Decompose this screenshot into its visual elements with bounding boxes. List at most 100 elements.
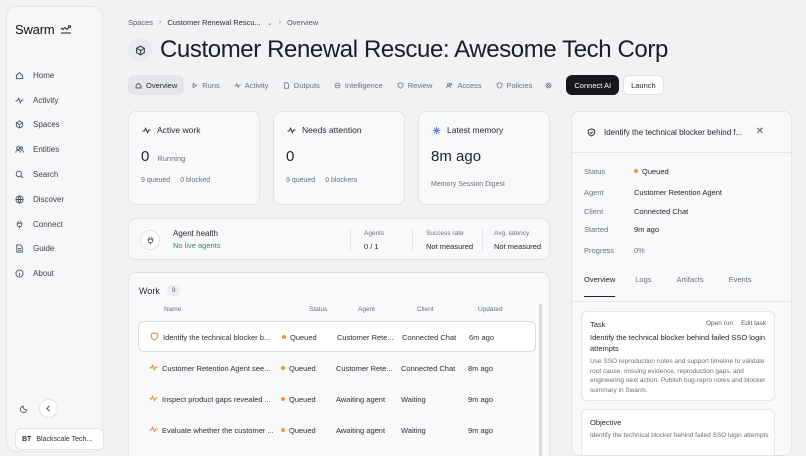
needs-attention-card[interactable]: Needs attention 0 9 queued 0 blockers xyxy=(273,111,405,205)
sidebar-item-label: Connect xyxy=(33,219,63,229)
work-header: Work 9 xyxy=(139,285,181,296)
latest-memory-sub: Memory Session Digest xyxy=(431,181,505,188)
task-description: Use SSO reproduction notes and support t… xyxy=(590,358,766,394)
row-updated: 9m ago xyxy=(468,395,494,404)
tab-policies[interactable]: Policies xyxy=(489,75,540,95)
breadcrumb-separator-icon: › xyxy=(159,19,162,26)
active-work-card[interactable]: Active work 0 Running 9 queued 0 blocked xyxy=(128,111,260,205)
edit-task-link[interactable]: Edit task xyxy=(741,320,766,327)
detail-tabs: Overview Logs Artifacts Events xyxy=(584,275,752,297)
progress-label: Progress xyxy=(584,246,615,255)
org-switcher[interactable]: BT Blackscale Tech... xyxy=(15,428,104,450)
col-header-status[interactable]: Status xyxy=(309,306,327,313)
sidebar-item-search[interactable]: Search xyxy=(15,162,99,187)
col-header-agent[interactable]: Agent xyxy=(358,306,375,313)
task-title: Identify the technical blocker behind fa… xyxy=(590,333,766,353)
sidebar-item-activity[interactable]: Activity xyxy=(15,88,99,113)
col-header-name[interactable]: Name xyxy=(164,306,181,313)
shield-icon xyxy=(587,128,596,137)
detail-tab-overview[interactable]: Overview xyxy=(584,275,616,297)
objective-label: Objective xyxy=(590,418,622,427)
latest-memory-footer: Memory Session Digest xyxy=(431,181,505,188)
theme-toggle-button[interactable] xyxy=(15,399,34,418)
row-name: Inspect product gaps revealed ... xyxy=(162,395,271,404)
row-status-label: Queued xyxy=(290,333,317,342)
row-status: Queued xyxy=(282,333,317,342)
row-status-label: Queued xyxy=(289,395,316,404)
task-actions: Open run Edit task xyxy=(706,320,766,327)
active-work-title: Active work xyxy=(157,125,201,135)
activity-icon xyxy=(234,82,241,88)
agent-value[interactable]: Customer Retention Agent xyxy=(634,188,722,197)
tab-intelligence[interactable]: Intelligence xyxy=(327,75,390,95)
col-header-client[interactable]: Client xyxy=(417,306,434,313)
close-icon[interactable]: ✕ xyxy=(756,126,764,137)
row-status-label: Queued xyxy=(289,364,316,373)
open-run-link[interactable]: Open run xyxy=(706,320,733,327)
objective-description: Identify the technical blocker behind fa… xyxy=(590,432,769,439)
detail-tab-logs[interactable]: Logs xyxy=(635,275,651,297)
chevron-down-icon[interactable]: ⌄ xyxy=(267,19,273,27)
table-row[interactable]: Customer Retention Agent see... Queued C… xyxy=(138,353,536,384)
sidebar-item-guide[interactable]: Guide xyxy=(15,237,99,262)
tab-review[interactable]: Review xyxy=(390,75,440,95)
sidebar: Swarm Home Activity Spaces Entities Sear… xyxy=(6,6,104,452)
activity-icon xyxy=(287,126,296,134)
latency-metric: Avg. latency Not measured xyxy=(494,230,541,251)
shield-check-icon xyxy=(397,81,404,89)
launch-button[interactable]: Launch xyxy=(623,75,664,95)
sidebar-item-label: Guide xyxy=(33,244,55,254)
divider xyxy=(572,301,791,302)
needs-attention-title: Needs attention xyxy=(302,125,362,135)
status-dot xyxy=(281,397,285,401)
row-client: Waiting xyxy=(401,426,426,435)
latest-memory-card[interactable]: Latest memory 8m ago Memory Session Dige… xyxy=(418,111,550,205)
tab-access[interactable]: Access xyxy=(439,75,488,95)
detail-tab-artifacts[interactable]: Artifacts xyxy=(677,275,704,297)
tab-settings[interactable] xyxy=(539,75,558,95)
tab-label: Policies xyxy=(506,80,533,90)
tab-label: Activity xyxy=(244,80,269,90)
col-header-updated[interactable]: Updated xyxy=(478,306,503,313)
task-card: Task Open run Edit task Identify the tec… xyxy=(581,311,775,401)
tab-label: Runs xyxy=(202,80,220,90)
active-work-header: Active work xyxy=(142,125,200,135)
work-count-badge: 9 xyxy=(166,285,181,296)
breadcrumb-spaces[interactable]: Spaces xyxy=(128,18,153,27)
row-updated: 6m ago xyxy=(469,333,495,342)
tab-label: Access xyxy=(457,80,482,90)
table-row[interactable]: Identify the technical blocker b... Queu… xyxy=(138,321,536,352)
connect-ai-button[interactable]: Connect AI xyxy=(566,75,620,95)
info-icon xyxy=(15,269,24,278)
sidebar-item-discover[interactable]: Discover xyxy=(15,187,99,212)
sidebar-item-home[interactable]: Home xyxy=(15,63,99,88)
agent-health-card: Agent health No live agents Agents 0 / 1… xyxy=(128,218,550,260)
sidebar-item-label: Discover xyxy=(33,194,65,204)
agent-health-status: No live agents xyxy=(173,241,221,250)
row-status: Queued xyxy=(281,426,316,435)
table-row[interactable]: Inspect product gaps revealed ... Queued… xyxy=(138,384,536,415)
search-icon xyxy=(15,170,24,179)
tab-overview[interactable]: Overview xyxy=(128,75,185,95)
title-row: Customer Renewal Rescue: Awesome Tech Co… xyxy=(128,36,668,64)
latest-memory-header: Latest memory xyxy=(432,125,503,135)
tab-outputs[interactable]: Outputs xyxy=(276,75,327,95)
table-scrollbar[interactable] xyxy=(539,304,542,456)
sidebar-item-label: Entities xyxy=(33,145,60,155)
globe-icon xyxy=(15,195,24,204)
tab-runs[interactable]: Runs xyxy=(184,75,227,95)
sidebar-item-connect[interactable]: Connect xyxy=(15,212,99,237)
tab-activity[interactable]: Activity xyxy=(227,75,276,95)
table-row[interactable]: Evaluate whether the customer ... Queued… xyxy=(138,415,536,446)
sidebar-item-spaces[interactable]: Spaces xyxy=(15,113,99,138)
detail-tab-events[interactable]: Events xyxy=(729,275,752,297)
sidebar-item-entities[interactable]: Entities xyxy=(15,137,99,162)
breadcrumb-space[interactable]: Customer Renewal Rescu... xyxy=(167,18,260,27)
sidebar-item-about[interactable]: About xyxy=(15,261,99,286)
brand[interactable]: Swarm xyxy=(15,22,72,37)
collapse-sidebar-button[interactable] xyxy=(39,399,58,418)
sidebar-item-label: Activity xyxy=(33,95,59,105)
row-status: Queued xyxy=(281,395,316,404)
objective-card: Objective Identify the technical blocker… xyxy=(581,409,775,455)
row-name: Identify the technical blocker b... xyxy=(163,333,271,342)
